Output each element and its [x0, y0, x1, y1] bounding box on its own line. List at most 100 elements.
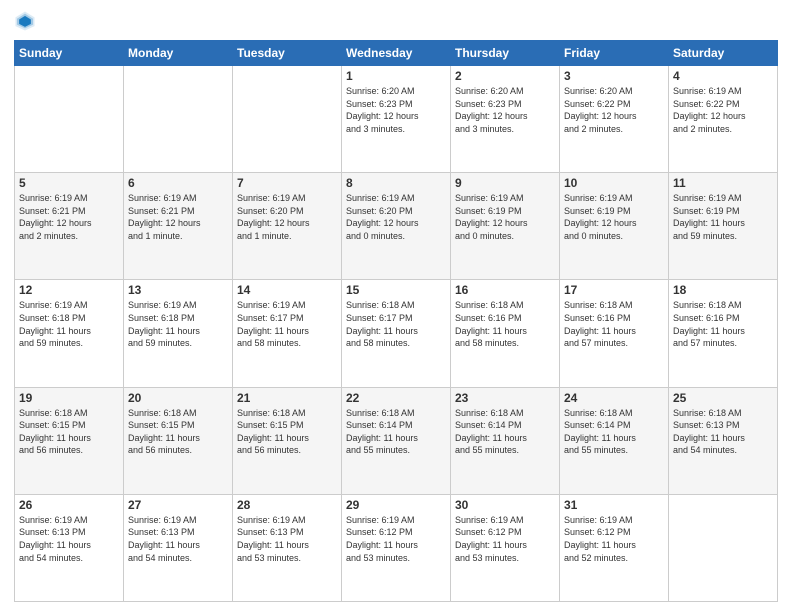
calendar-cell: 16 Sunrise: 6:18 AM Sunset: 6:16 PM Dayli… — [451, 280, 560, 387]
calendar-week-2: 5 Sunrise: 6:19 AM Sunset: 6:21 PM Daylig… — [15, 173, 778, 280]
cell-info: Sunrise: 6:20 AM Sunset: 6:22 PM Dayligh… — [564, 85, 664, 135]
calendar-cell: 23 Sunrise: 6:18 AM Sunset: 6:14 PM Dayli… — [451, 387, 560, 494]
calendar-cell: 11 Sunrise: 6:19 AM Sunset: 6:19 PM Dayli… — [669, 173, 778, 280]
calendar-cell — [124, 66, 233, 173]
calendar-cell: 30 Sunrise: 6:19 AM Sunset: 6:12 PM Dayli… — [451, 494, 560, 601]
calendar-cell: 17 Sunrise: 6:18 AM Sunset: 6:16 PM Dayli… — [560, 280, 669, 387]
day-number: 13 — [128, 283, 228, 297]
calendar-week-3: 12Sunrise: 6:19 AM Sunset: 6:18 PM Dayli… — [15, 280, 778, 387]
weekday-header-saturday: Saturday — [669, 41, 778, 66]
day-number: 11 — [673, 176, 773, 190]
calendar-cell: 19 Sunrise: 6:18 AM Sunset: 6:15 PM Dayli… — [15, 387, 124, 494]
logo-icon — [14, 10, 36, 32]
page: SundayMondayTuesdayWednesdayThursdayFrid… — [0, 0, 792, 612]
logo — [14, 10, 40, 32]
calendar-cell: 4 Sunrise: 6:19 AM Sunset: 6:22 PM Daylig… — [669, 66, 778, 173]
calendar-cell — [669, 494, 778, 601]
cell-info: Sunrise: 6:19 AM Sunset: 6:13 PM Dayligh… — [19, 514, 119, 564]
day-number: 7 — [237, 176, 337, 190]
calendar-cell: 24 Sunrise: 6:18 AM Sunset: 6:14 PM Dayli… — [560, 387, 669, 494]
day-number: 19 — [19, 391, 119, 405]
cell-info: Sunrise: 6:18 AM Sunset: 6:15 PM Dayligh… — [19, 407, 119, 457]
cell-info: Sunrise: 6:19 AM Sunset: 6:12 PM Dayligh… — [455, 514, 555, 564]
cell-info: Sunrise: 6:18 AM Sunset: 6:16 PM Dayligh… — [455, 299, 555, 349]
calendar-week-1: 1 Sunrise: 6:20 AM Sunset: 6:23 PM Daylig… — [15, 66, 778, 173]
cell-info: Sunrise: 6:18 AM Sunset: 6:14 PM Dayligh… — [346, 407, 446, 457]
day-number: 24 — [564, 391, 664, 405]
day-number: 20 — [128, 391, 228, 405]
day-number: 29 — [346, 498, 446, 512]
calendar-cell: 26 Sunrise: 6:19 AM Sunset: 6:13 PM Dayli… — [15, 494, 124, 601]
weekday-header-thursday: Thursday — [451, 41, 560, 66]
cell-info: Sunrise: 6:19 AM Sunset: 6:17 PM Dayligh… — [237, 299, 337, 349]
calendar-cell: 6 Sunrise: 6:19 AM Sunset: 6:21 PM Daylig… — [124, 173, 233, 280]
calendar-cell: 12Sunrise: 6:19 AM Sunset: 6:18 PM Dayli… — [15, 280, 124, 387]
day-number: 6 — [128, 176, 228, 190]
cell-info: Sunrise: 6:19 AM Sunset: 6:22 PM Dayligh… — [673, 85, 773, 135]
weekday-header-row: SundayMondayTuesdayWednesdayThursdayFrid… — [15, 41, 778, 66]
day-number: 31 — [564, 498, 664, 512]
calendar-cell: 8Sunrise: 6:19 AM Sunset: 6:20 PM Daylig… — [342, 173, 451, 280]
day-number: 18 — [673, 283, 773, 297]
cell-info: Sunrise: 6:18 AM Sunset: 6:15 PM Dayligh… — [128, 407, 228, 457]
calendar-cell: 2Sunrise: 6:20 AM Sunset: 6:23 PM Daylig… — [451, 66, 560, 173]
calendar-cell: 29 Sunrise: 6:19 AM Sunset: 6:12 PM Dayli… — [342, 494, 451, 601]
calendar-cell: 14 Sunrise: 6:19 AM Sunset: 6:17 PM Dayli… — [233, 280, 342, 387]
cell-info: Sunrise: 6:19 AM Sunset: 6:18 PM Dayligh… — [128, 299, 228, 349]
cell-info: Sunrise: 6:18 AM Sunset: 6:16 PM Dayligh… — [564, 299, 664, 349]
day-number: 9 — [455, 176, 555, 190]
day-number: 21 — [237, 391, 337, 405]
day-number: 30 — [455, 498, 555, 512]
day-number: 28 — [237, 498, 337, 512]
cell-info: Sunrise: 6:18 AM Sunset: 6:16 PM Dayligh… — [673, 299, 773, 349]
calendar-cell: 27Sunrise: 6:19 AM Sunset: 6:13 PM Dayli… — [124, 494, 233, 601]
cell-info: Sunrise: 6:19 AM Sunset: 6:12 PM Dayligh… — [564, 514, 664, 564]
cell-info: Sunrise: 6:18 AM Sunset: 6:14 PM Dayligh… — [564, 407, 664, 457]
cell-info: Sunrise: 6:19 AM Sunset: 6:13 PM Dayligh… — [237, 514, 337, 564]
weekday-header-tuesday: Tuesday — [233, 41, 342, 66]
calendar-cell: 3 Sunrise: 6:20 AM Sunset: 6:22 PM Daylig… — [560, 66, 669, 173]
cell-info: Sunrise: 6:19 AM Sunset: 6:18 PM Dayligh… — [19, 299, 119, 349]
cell-info: Sunrise: 6:19 AM Sunset: 6:21 PM Dayligh… — [128, 192, 228, 242]
calendar: SundayMondayTuesdayWednesdayThursdayFrid… — [14, 40, 778, 602]
calendar-cell — [233, 66, 342, 173]
day-number: 22 — [346, 391, 446, 405]
calendar-cell: 1 Sunrise: 6:20 AM Sunset: 6:23 PM Daylig… — [342, 66, 451, 173]
day-number: 26 — [19, 498, 119, 512]
cell-info: Sunrise: 6:19 AM Sunset: 6:19 PM Dayligh… — [455, 192, 555, 242]
cell-info: Sunrise: 6:18 AM Sunset: 6:14 PM Dayligh… — [455, 407, 555, 457]
calendar-cell: 31 Sunrise: 6:19 AM Sunset: 6:12 PM Dayli… — [560, 494, 669, 601]
calendar-cell: 10Sunrise: 6:19 AM Sunset: 6:19 PM Dayli… — [560, 173, 669, 280]
calendar-cell: 15 Sunrise: 6:18 AM Sunset: 6:17 PM Dayli… — [342, 280, 451, 387]
day-number: 2 — [455, 69, 555, 83]
cell-info: Sunrise: 6:18 AM Sunset: 6:15 PM Dayligh… — [237, 407, 337, 457]
day-number: 5 — [19, 176, 119, 190]
cell-info: Sunrise: 6:19 AM Sunset: 6:21 PM Dayligh… — [19, 192, 119, 242]
calendar-cell: 18 Sunrise: 6:18 AM Sunset: 6:16 PM Dayli… — [669, 280, 778, 387]
day-number: 4 — [673, 69, 773, 83]
day-number: 10 — [564, 176, 664, 190]
cell-info: Sunrise: 6:18 AM Sunset: 6:17 PM Dayligh… — [346, 299, 446, 349]
weekday-header-sunday: Sunday — [15, 41, 124, 66]
calendar-cell: 21 Sunrise: 6:18 AM Sunset: 6:15 PM Dayli… — [233, 387, 342, 494]
cell-info: Sunrise: 6:19 AM Sunset: 6:12 PM Dayligh… — [346, 514, 446, 564]
cell-info: Sunrise: 6:20 AM Sunset: 6:23 PM Dayligh… — [346, 85, 446, 135]
cell-info: Sunrise: 6:19 AM Sunset: 6:19 PM Dayligh… — [673, 192, 773, 242]
header — [14, 10, 778, 32]
day-number: 17 — [564, 283, 664, 297]
calendar-cell: 9 Sunrise: 6:19 AM Sunset: 6:19 PM Daylig… — [451, 173, 560, 280]
day-number: 8 — [346, 176, 446, 190]
day-number: 1 — [346, 69, 446, 83]
day-number: 3 — [564, 69, 664, 83]
weekday-header-monday: Monday — [124, 41, 233, 66]
day-number: 14 — [237, 283, 337, 297]
day-number: 23 — [455, 391, 555, 405]
calendar-cell: 25Sunrise: 6:18 AM Sunset: 6:13 PM Dayli… — [669, 387, 778, 494]
cell-info: Sunrise: 6:19 AM Sunset: 6:20 PM Dayligh… — [237, 192, 337, 242]
cell-info: Sunrise: 6:19 AM Sunset: 6:13 PM Dayligh… — [128, 514, 228, 564]
calendar-cell: 7 Sunrise: 6:19 AM Sunset: 6:20 PM Daylig… — [233, 173, 342, 280]
cell-info: Sunrise: 6:18 AM Sunset: 6:13 PM Dayligh… — [673, 407, 773, 457]
calendar-cell: 5 Sunrise: 6:19 AM Sunset: 6:21 PM Daylig… — [15, 173, 124, 280]
day-number: 16 — [455, 283, 555, 297]
day-number: 15 — [346, 283, 446, 297]
